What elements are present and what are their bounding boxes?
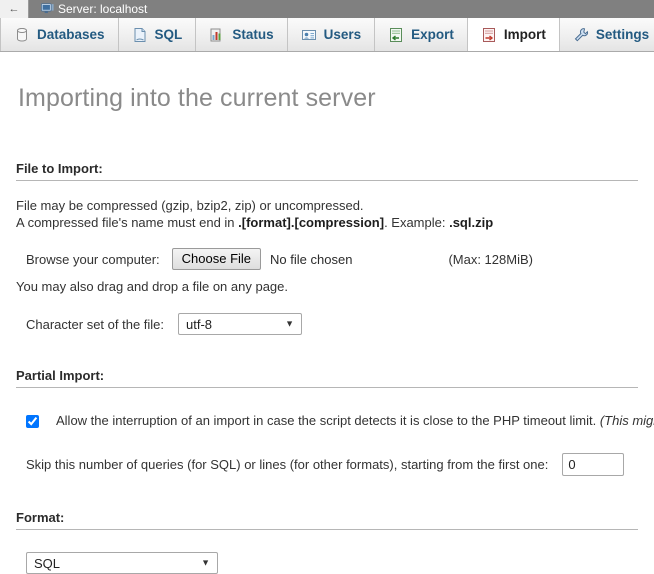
file-to-import-heading: File to Import: [16,161,638,181]
tab-label: Databases [37,27,105,42]
skip-queries-label: Skip this number of queries (for SQL) or… [26,457,549,472]
sql-document-icon [134,27,146,42]
tab-label: Import [503,27,546,42]
charset-selected-value: utf-8 [186,316,213,332]
desc-line-2-mid: . Example: [384,215,450,230]
server-label: Server: localhost [29,2,147,16]
allow-interrupt-row: Allow the interruption of an import in c… [16,414,654,428]
max-upload-size-text: (Max: 128MiB) [448,251,533,267]
tab-export[interactable]: Export [375,18,468,51]
browse-file-row: Browse your computer: Choose File No fil… [16,248,638,270]
charset-label: Character set of the file: [26,316,165,332]
allow-interrupt-text: Allow the interruption of an import in c… [56,413,600,428]
desc-example-token: .sql.zip [449,215,494,230]
format-selected-value: SQL [34,555,61,571]
page-title: Importing into the current server [18,84,376,112]
skip-queries-row: Skip this number of queries (for SQL) or… [16,453,638,476]
charset-select[interactable]: utf-8 ▼ [178,313,303,335]
charset-row: Character set of the file: utf-8 ▼ [16,313,638,335]
database-icon [17,27,27,41]
format-heading: Format: [16,510,638,530]
tab-users[interactable]: Users [287,18,376,51]
tab-settings[interactable]: Settings [559,18,654,51]
drag-drop-note: You may also drag and drop a file on any… [16,279,288,294]
desc-line-2-pre: A compressed file's name must end in [16,215,239,230]
allow-interrupt-note: (This migh [599,413,654,428]
file-format-description: File may be compressed (gzip, bzip2, zip… [16,197,638,231]
tab-label: Export [411,27,454,42]
desc-line-1: File may be compressed (gzip, bzip2, zip… [16,198,364,213]
tab-label: Status [232,27,274,42]
tab-databases[interactable]: Databases [0,18,119,51]
monitor-icon [41,3,54,14]
window-title-bar: ← Server: localhost [0,0,654,18]
no-file-chosen-text: No file chosen [270,251,353,267]
tab-label: SQL [154,27,183,42]
main-tab-bar: Databases SQL Status Users Export Import… [0,18,654,52]
chevron-down-icon: ▼ [201,557,210,568]
browse-label: Browse your computer: [26,251,160,267]
tab-status[interactable]: Status [196,18,288,51]
tab-import[interactable]: Import [467,18,560,51]
skip-queries-input[interactable] [562,453,625,476]
tab-label: Users [323,27,362,42]
server-name-text: Server: localhost [58,2,148,16]
page-content: Importing into the current server File t… [0,84,654,574]
desc-format-token: .[format].[compression] [238,215,385,230]
back-arrow-icon: ← [8,2,20,15]
back-button[interactable]: ← [0,0,29,18]
status-chart-icon [210,28,221,41]
users-card-icon [301,29,316,40]
import-icon [482,27,495,42]
allow-interrupt-checkbox[interactable] [26,415,39,428]
format-select[interactable]: SQL ▼ [26,552,218,574]
chevron-down-icon: ▼ [285,318,295,329]
export-icon [390,27,403,42]
choose-file-button[interactable]: Choose File [171,248,262,270]
allow-interrupt-label: Allow the interruption of an import in c… [56,414,654,428]
partial-import-heading: Partial Import: [16,368,638,388]
tab-label: Settings [595,27,650,42]
wrench-icon [574,27,588,41]
tab-sql[interactable]: SQL [118,18,197,51]
